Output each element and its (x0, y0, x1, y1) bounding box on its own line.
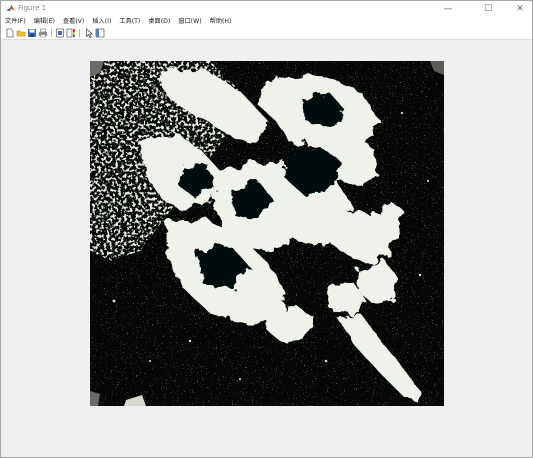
close-icon: ✕ (516, 3, 524, 14)
save-icon[interactable] (27, 28, 37, 38)
figure-toolbar (1, 27, 532, 40)
menu-insert[interactable]: 插入(I) (92, 17, 111, 27)
binary-pattern-image (90, 61, 444, 406)
minimize-button[interactable]: — (436, 1, 460, 16)
open-file-icon[interactable] (16, 28, 26, 38)
maximize-icon: ☐ (483, 3, 493, 14)
menu-edit[interactable]: 编辑(E) (34, 17, 55, 27)
toolbar-separator (79, 29, 80, 37)
figure-window: Figure 1 — ☐ ✕ 文件(F) 编辑(E) 查看(V) 插入(I) 工… (0, 0, 533, 458)
minimize-icon: — (443, 3, 453, 14)
insert-colorbar-icon[interactable] (66, 28, 76, 38)
menu-file[interactable]: 文件(F) (5, 17, 26, 27)
toolbar-separator (51, 29, 52, 37)
displayed-image[interactable] (90, 61, 444, 406)
menu-window[interactable]: 窗口(W) (178, 17, 201, 27)
window-title: Figure 1 (18, 4, 47, 12)
close-button[interactable]: ✕ (508, 1, 532, 16)
menu-help[interactable]: 帮助(H) (210, 17, 232, 27)
title-bar[interactable]: Figure 1 — ☐ ✕ (1, 1, 532, 16)
print-icon[interactable] (38, 28, 48, 38)
menu-view[interactable]: 查看(V) (63, 17, 84, 27)
maximize-button[interactable]: ☐ (476, 1, 500, 16)
matlab-logo-icon (6, 4, 15, 12)
menu-tools[interactable]: 工具(T) (119, 17, 140, 27)
link-plot-icon[interactable] (55, 28, 65, 38)
edit-plot-icon[interactable] (84, 28, 94, 38)
figure-canvas[interactable] (1, 40, 532, 457)
menu-desktop[interactable]: 桌面(D) (148, 17, 170, 27)
new-figure-icon[interactable] (5, 28, 15, 38)
menu-bar: 文件(F) 编辑(E) 查看(V) 插入(I) 工具(T) 桌面(D) 窗口(W… (1, 16, 532, 27)
property-editor-icon[interactable] (95, 28, 105, 38)
